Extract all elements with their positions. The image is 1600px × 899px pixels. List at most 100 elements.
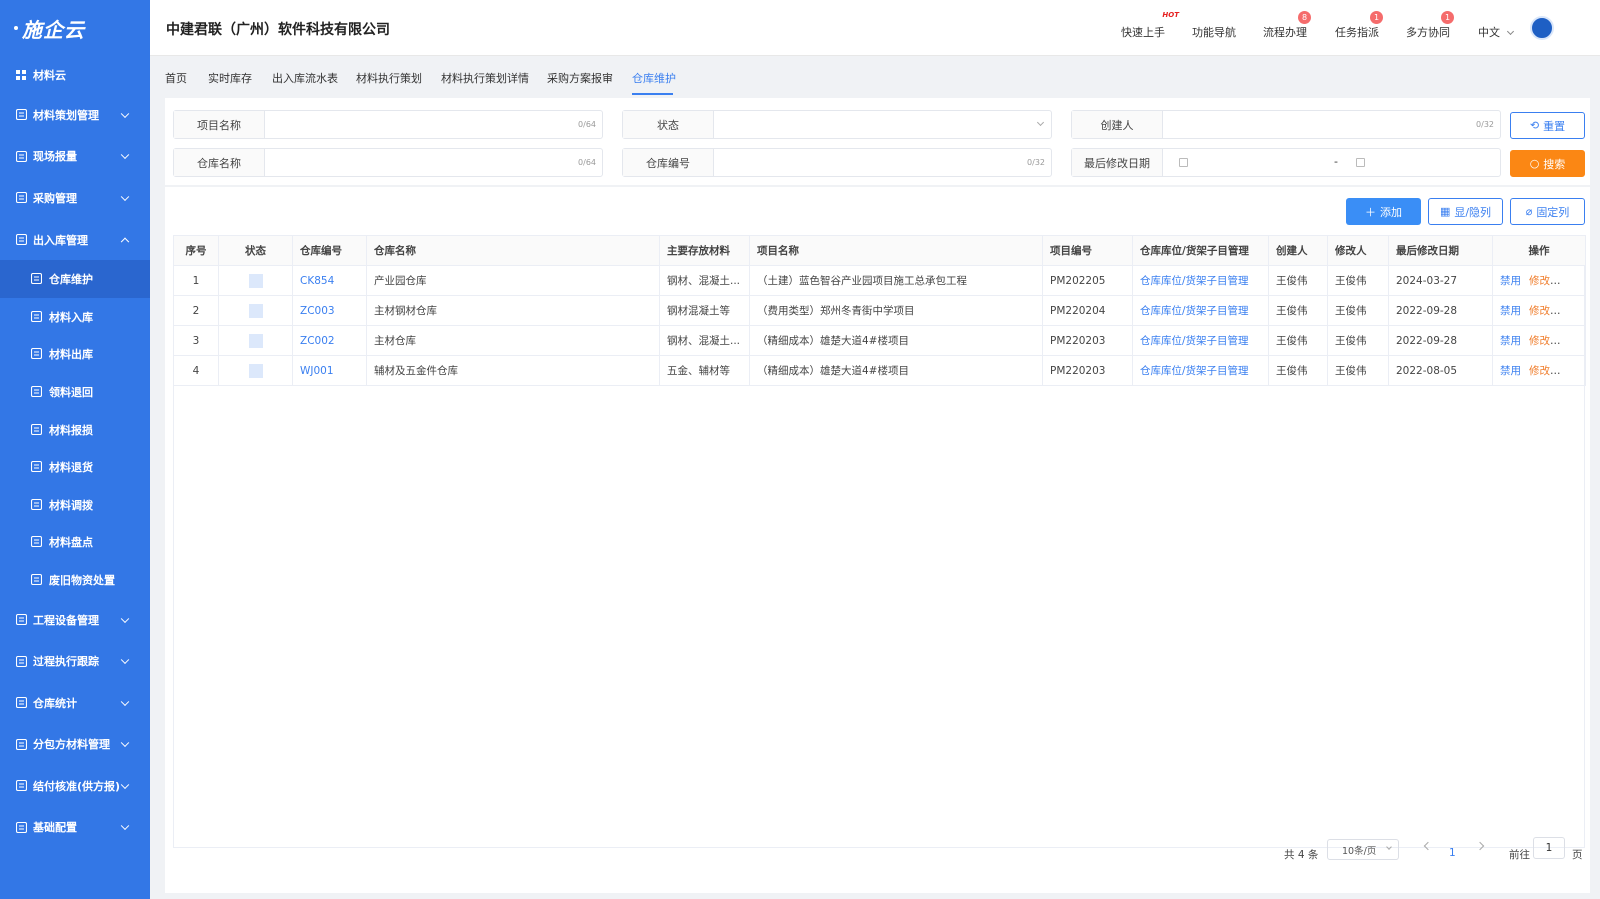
sidebar-sub-item[interactable]: 材料调拨 — [0, 486, 150, 524]
sidebar-group[interactable]: 采购管理 — [0, 177, 150, 219]
status-label: 状态 — [623, 111, 714, 138]
project-name-count: 0/64 — [578, 120, 596, 129]
sidebar-group[interactable]: 出入库管理 — [0, 219, 150, 261]
reset-icon: ⟲ — [1529, 119, 1540, 132]
warehouse-code-link[interactable]: WJ001 — [300, 365, 334, 377]
sidebar-group-label: 过程执行跟踪 — [33, 655, 99, 669]
project-name-input[interactable]: 0/64 — [265, 111, 602, 138]
sidebar-sub-item[interactable]: 材料入库 — [0, 298, 150, 336]
date-range-picker[interactable]: - — [1163, 149, 1500, 176]
location-manage-link[interactable]: 仓库库位/货架子目管理 — [1140, 365, 1249, 377]
tab-material-plan[interactable]: 材料执行策划 — [356, 70, 422, 86]
sidebar-item-material-cloud[interactable]: 材料云 — [0, 56, 150, 94]
sidebar-sub-item[interactable]: 材料报损 — [0, 411, 150, 449]
function-nav-link[interactable]: 功能导航 — [1192, 24, 1236, 40]
page-size-select[interactable]: 10条/页 — [1327, 839, 1399, 860]
sidebar-sub-item[interactable]: 材料出库 — [0, 336, 150, 374]
add-button[interactable]: ＋ 添加 — [1346, 198, 1421, 225]
edit-button[interactable]: 修改 — [1529, 305, 1550, 317]
disable-button[interactable]: 禁用 — [1500, 305, 1521, 317]
tab-inout-flow[interactable]: 出入库流水表 — [272, 70, 338, 86]
creator-input[interactable]: 0/32 — [1163, 111, 1500, 138]
location-manage-link[interactable]: 仓库库位/货架子目管理 — [1140, 305, 1249, 317]
location-manage-link[interactable]: 仓库库位/货架子目管理 — [1140, 335, 1249, 347]
reset-button[interactable]: ⟲ 重置 — [1510, 112, 1585, 139]
delete-button[interactable]: 删除 — [1558, 365, 1579, 377]
page-size-label: 10条/页 — [1342, 845, 1377, 857]
delete-button[interactable]: 删除 — [1558, 335, 1579, 347]
status-select[interactable] — [714, 111, 1051, 138]
cell-material: 五金、辅材等 — [659, 355, 750, 386]
warehouse-name-label: 仓库名称 — [174, 149, 265, 176]
collab-badge: 1 — [1441, 11, 1454, 24]
cell-status — [218, 355, 293, 386]
fixed-columns-button[interactable]: ⌀ 固定列 — [1510, 198, 1585, 225]
menu-group-icon — [15, 150, 27, 162]
avatar[interactable] — [1530, 16, 1554, 40]
warehouse-code-input[interactable]: 0/32 — [714, 149, 1051, 176]
edit-button[interactable]: 修改 — [1529, 365, 1550, 377]
sidebar-group[interactable]: 工程设备管理 — [0, 599, 150, 641]
status-field: 状态 — [622, 110, 1052, 139]
sidebar-group-label: 分包方材料管理 — [33, 738, 110, 752]
tab-purchase-review[interactable]: 采购方案报审 — [547, 70, 613, 86]
location-manage-link[interactable]: 仓库库位/货架子目管理 — [1140, 275, 1249, 287]
warehouse-code-link[interactable]: CK854 — [300, 275, 334, 287]
task-assign-link[interactable]: 任务指派 1 — [1335, 11, 1383, 40]
toggle-columns-label: 显/隐列 — [1454, 205, 1492, 219]
sidebar-group[interactable]: 分包方材料管理 — [0, 724, 150, 766]
sidebar-sub-item[interactable]: 仓库维护 — [0, 260, 150, 298]
page-tabs: 首页 实时库存 出入库流水表 材料执行策划 材料执行策划详情 采购方案报审 仓库… — [150, 56, 1600, 96]
warehouse-code-link[interactable]: ZC002 — [300, 335, 335, 347]
current-page[interactable]: 1 — [1449, 847, 1456, 859]
sidebar-group[interactable]: 基础配置 — [0, 807, 150, 849]
edit-button[interactable]: 修改 — [1529, 275, 1550, 287]
sidebar-sub-item[interactable]: 废旧物资处置 — [0, 561, 150, 599]
warehouse-code-link[interactable]: ZC003 — [300, 305, 335, 317]
sidebar-group[interactable]: 结付核准(供方报) — [0, 765, 150, 807]
add-label: 添加 — [1380, 205, 1402, 219]
disable-button[interactable]: 禁用 — [1500, 335, 1521, 347]
delete-button[interactable]: 删除 — [1558, 305, 1579, 317]
sidebar-group[interactable]: 仓库统计 — [0, 682, 150, 724]
tab-warehouse-maintain[interactable]: 仓库维护 — [632, 70, 676, 86]
tab-home[interactable]: 首页 — [165, 70, 187, 86]
col-header-index: 序号 — [173, 235, 219, 266]
disable-button[interactable]: 禁用 — [1500, 365, 1521, 377]
edit-button[interactable]: 修改 — [1529, 335, 1550, 347]
calendar-icon — [1356, 158, 1365, 167]
toggle-columns-button[interactable]: ▦ 显/隐列 — [1428, 198, 1503, 225]
cell-location: 仓库库位/货架子目管理 — [1132, 355, 1269, 386]
sidebar-sub-item[interactable]: 材料退货 — [0, 448, 150, 486]
sidebar-group[interactable]: 现场报量 — [0, 136, 150, 178]
delete-button[interactable]: 删除 — [1558, 275, 1579, 287]
language-label: 中文 — [1478, 26, 1500, 39]
tab-realtime-stock[interactable]: 实时库存 — [208, 70, 252, 86]
sidebar-group[interactable]: 过程执行跟踪 — [0, 640, 150, 682]
cell-material: 钢材、混凝土... — [659, 325, 750, 356]
sidebar-group-label: 基础配置 — [33, 821, 77, 835]
total-count: 共 4 条 — [1284, 849, 1319, 861]
cell-actions: 禁用 修改 删除 — [1492, 325, 1586, 356]
collab-link[interactable]: 多方协同 1 — [1406, 11, 1454, 40]
language-select[interactable]: 中文 — [1478, 24, 1515, 40]
reset-label: 重置 — [1543, 119, 1566, 133]
last-modified-label: 最后修改日期 — [1072, 149, 1163, 176]
search-button[interactable]: ○ 搜索 — [1510, 150, 1585, 177]
cell-date: 2022-09-28 — [1388, 325, 1493, 356]
cell-project-code: PM220203 — [1042, 325, 1133, 356]
sidebar-sub-item-label: 材料退货 — [49, 461, 93, 475]
tab-material-plan-detail[interactable]: 材料执行策划详情 — [441, 70, 529, 86]
sidebar-group[interactable]: 材料策划管理 — [0, 94, 150, 136]
logo[interactable]: 施企云 — [0, 0, 150, 56]
goto-page-input[interactable]: 1 — [1533, 837, 1565, 859]
col-header-modifier: 修改人 — [1327, 235, 1389, 266]
warehouse-name-input[interactable]: 0/64 — [265, 149, 602, 176]
sidebar-sub-item[interactable]: 领料退回 — [0, 373, 150, 411]
process-link[interactable]: 流程办理 8 — [1263, 11, 1311, 40]
sidebar-sub-item[interactable]: 材料盘点 — [0, 524, 150, 562]
menu-group-icon — [15, 821, 27, 833]
quick-start-link[interactable]: 快速上手 HOT — [1121, 11, 1179, 40]
search-icon: ○ — [1529, 157, 1540, 170]
disable-button[interactable]: 禁用 — [1500, 275, 1521, 287]
